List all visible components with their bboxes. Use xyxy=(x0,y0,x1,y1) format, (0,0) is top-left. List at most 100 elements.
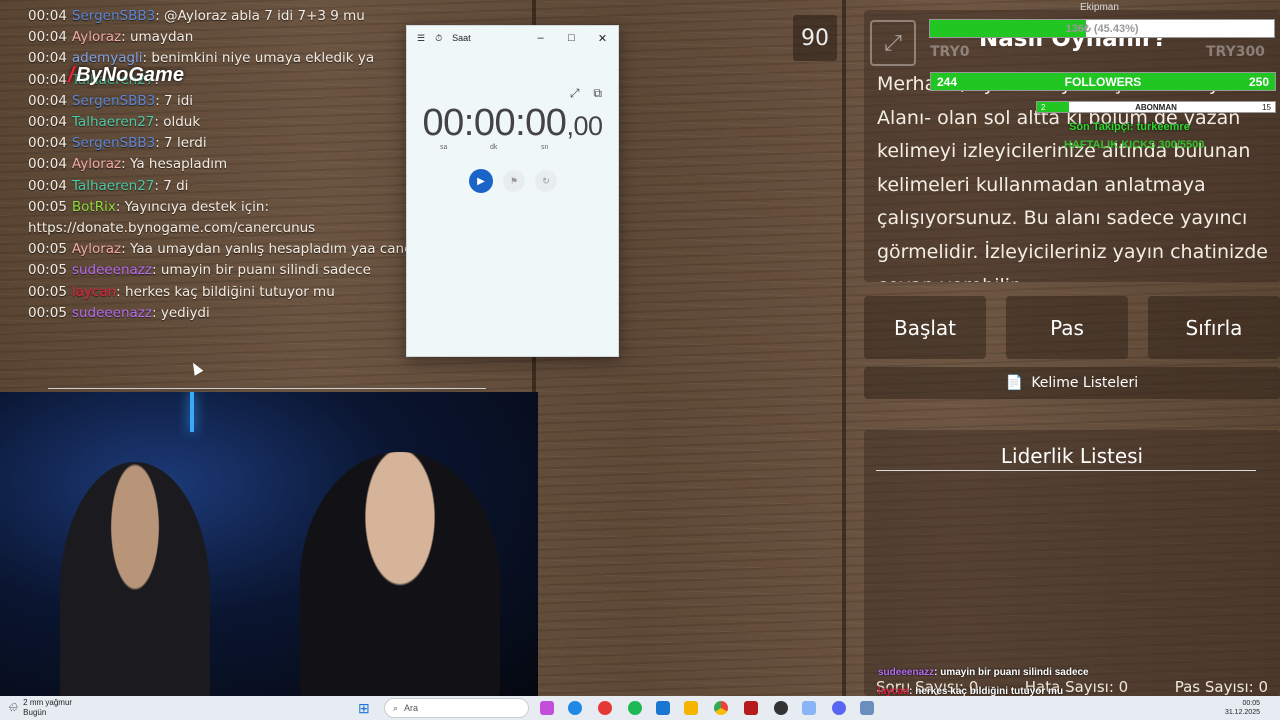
chat-text: : olduk xyxy=(154,114,201,131)
chrome-icon[interactable] xyxy=(714,701,728,715)
subs-goal-bar: 2 ABONMAN 15 xyxy=(1036,101,1276,113)
unit-seconds: sn xyxy=(541,144,549,151)
chat-text: : umaydan xyxy=(121,29,194,46)
chat-text: : 7 di xyxy=(154,177,189,194)
chat-username[interactable]: laycan xyxy=(72,284,116,300)
reset-button[interactable]: Sıfırla xyxy=(1148,296,1280,359)
expand-icon[interactable]: ⤢ xyxy=(570,86,580,101)
chat-timestamp: 00:04 xyxy=(28,50,67,67)
search-icon: ⌕ xyxy=(393,702,399,713)
chat-username[interactable]: sudeeenazz xyxy=(72,305,152,321)
led-light xyxy=(190,392,194,432)
chat-username[interactable]: BotRix xyxy=(72,199,116,215)
clock-title: Saat xyxy=(452,33,471,43)
donation-goal-bar: 136₺ (45.43%) xyxy=(929,19,1275,38)
hamburger-menu-icon[interactable]: ☰ xyxy=(417,33,425,44)
divider xyxy=(48,388,486,389)
mouse-cursor-icon xyxy=(188,360,204,376)
word-lists-button[interactable]: 📄 Kelime Listeleri xyxy=(864,367,1280,399)
app-icon[interactable] xyxy=(744,701,758,715)
chat-text: : Yaa umaydan yanlış hesapladım yaa cane… xyxy=(121,241,429,258)
streamer-left xyxy=(60,462,210,696)
stopwatch-ms: ,00 xyxy=(566,111,603,141)
chat-username[interactable]: SergenSBB3 xyxy=(72,8,155,24)
search-box[interactable]: ⌕ Ara xyxy=(384,698,529,718)
followers-goal: 250 xyxy=(1248,75,1269,89)
chat-username[interactable]: Talhaeren27 xyxy=(72,178,154,194)
chat-timestamp: 00:05 xyxy=(28,241,67,258)
reset-icon[interactable]: ↻ xyxy=(535,170,557,192)
windows-start-icon[interactable]: ⊞ xyxy=(358,700,375,716)
pass-count: Pas Sayısı: 0 xyxy=(1174,678,1268,696)
chat-username[interactable]: Ayloraz xyxy=(72,29,121,45)
chat-timestamp: 00:05 xyxy=(28,283,67,300)
explorer-icon[interactable] xyxy=(684,701,698,715)
photos-icon[interactable] xyxy=(860,701,874,715)
steam-icon[interactable] xyxy=(774,701,788,715)
chat-username[interactable]: SergenSBB3 xyxy=(72,135,155,151)
clock-titlebar[interactable]: ☰ ⏱ Saat – □ ✕ xyxy=(407,26,618,50)
subs-label: ABONMAN xyxy=(1135,103,1177,112)
chat-text: : yediydi xyxy=(151,304,210,321)
chat-timestamp: 00:05 xyxy=(28,198,67,215)
followers-goal-bar: 244 FOLLOWERS 250 xyxy=(930,72,1276,91)
spotify-icon[interactable] xyxy=(628,701,642,715)
chat-text: : @Ayloraz abla 7 idi 7+3 9 mu xyxy=(155,8,365,24)
settings-icon[interactable] xyxy=(802,701,816,715)
logo-text: ByNoGame xyxy=(76,63,184,86)
copilot-icon[interactable] xyxy=(540,701,554,715)
flag-icon[interactable]: ⚑ xyxy=(503,170,525,192)
close-icon[interactable]: ✕ xyxy=(587,32,618,45)
chat-timestamp: 00:05 xyxy=(28,304,67,321)
chat-text: : umayin bir puanı silindi sadece xyxy=(151,262,371,279)
search-placeholder: Ara xyxy=(404,703,419,713)
chat-username[interactable]: Ayloraz xyxy=(72,156,121,172)
subs-goal: 15 xyxy=(1262,103,1271,112)
store-icon[interactable] xyxy=(656,701,670,715)
maximize-icon[interactable]: □ xyxy=(556,32,587,45)
last-follower: Son Takipçi: turkeemre xyxy=(1069,121,1190,133)
chat-username[interactable]: SergenSBB3 xyxy=(72,93,155,109)
discord-icon[interactable] xyxy=(832,701,846,715)
weather-temp: 2 mm yağmur xyxy=(23,698,73,707)
followers-label: FOLLOWERS xyxy=(1064,75,1142,89)
unit-hours: sa xyxy=(440,144,448,151)
pass-button[interactable]: Pas xyxy=(1006,296,1128,359)
chat-text: https://donate.bynogame.com/canercunus xyxy=(28,220,316,237)
minimize-icon[interactable]: – xyxy=(525,32,556,45)
wood-seam xyxy=(842,0,846,696)
clock-window[interactable]: ☰ ⏱ Saat – □ ✕ ⤢ ⧉ 00:00:00,00 sa dk sn … xyxy=(406,25,619,357)
word-lists-label: Kelime Listeleri xyxy=(1031,375,1139,391)
chat-text: : Yayıncıya destek için: xyxy=(115,198,270,215)
overlay-chat-text: : umayin bir puanı silindi sadece xyxy=(934,667,1089,678)
weather-widget[interactable]: 🌧 2 mm yağmur Bugün xyxy=(8,696,72,720)
chat-timestamp: 00:05 xyxy=(28,262,67,279)
donation-goal-label: 136₺ (45.43%) xyxy=(1065,23,1139,35)
taskbar: 🌧 2 mm yağmur Bugün ⊞ ⌕ Ara 00:05 31.12.2… xyxy=(0,696,1280,720)
leaderboard-title: Liderlik Listesi xyxy=(1000,444,1144,468)
system-tray[interactable]: 00:05 31.12.2025 xyxy=(1225,696,1260,720)
play-icon[interactable]: ▶ xyxy=(469,169,493,193)
media-icon[interactable] xyxy=(598,701,612,715)
chat-username[interactable]: Ayloraz xyxy=(72,241,121,257)
fullscreen-icon[interactable]: ⤢ xyxy=(870,20,916,66)
clock-date: 31.12.2025 xyxy=(1224,709,1260,716)
bynogame-logo: / ByNoGame xyxy=(68,62,184,88)
start-button[interactable]: Başlat xyxy=(864,296,986,359)
webcam-feed xyxy=(0,392,538,696)
clock-time: 00:05 xyxy=(1242,700,1260,707)
weather-icon: 🌧 xyxy=(8,703,19,712)
chat-text: : 7 lerdi xyxy=(155,135,207,152)
chat-timestamp: 00:04 xyxy=(28,71,67,88)
stopwatch-time: 00:00:00 xyxy=(422,102,567,144)
stopwatch-display: 00:00:00,00 xyxy=(407,102,618,145)
keep-on-top-icon[interactable]: ⧉ xyxy=(593,86,602,101)
equipment-label: Ekipman xyxy=(1080,2,1119,13)
weather-day: Bugün xyxy=(23,708,47,717)
divider xyxy=(876,470,1256,471)
chat-username[interactable]: sudeeenazz xyxy=(72,262,152,278)
chat-username[interactable]: Talhaeren27 xyxy=(72,114,154,130)
try-right: TRY300 xyxy=(1206,44,1265,60)
edge-icon[interactable] xyxy=(568,701,582,715)
try-left: TRY0 xyxy=(930,44,970,60)
